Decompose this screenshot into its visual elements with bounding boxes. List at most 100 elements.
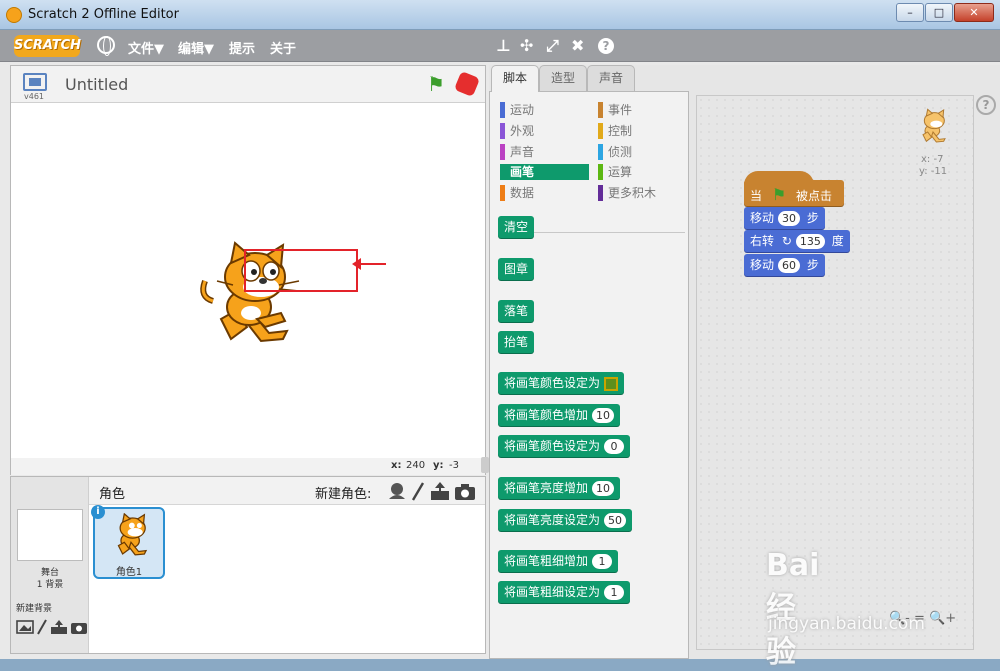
maximize-button[interactable]: □: [925, 3, 953, 22]
upload-backdrop-icon[interactable]: [51, 620, 67, 634]
sprite-pane: 舞台 1 背景 新建背景 角色 新建角色: i 角色1: [10, 476, 486, 654]
new-sprite-label: 新建角色:: [315, 487, 372, 502]
watermark-url: jingyan.baidu.com: [768, 614, 925, 634]
block-pen-down[interactable]: 落笔: [498, 300, 535, 322]
menu-about[interactable]: 关于: [270, 38, 296, 57]
scratch-window: Scratch 2 Offline Editor – □ ✕ SCRATCH 文…: [0, 0, 1000, 670]
sprite-header: 角色 新建角色:: [89, 477, 485, 505]
menu-tips[interactable]: 提示: [229, 38, 255, 57]
sprite-info-icon[interactable]: i: [91, 505, 105, 519]
close-button[interactable]: ✕: [954, 3, 994, 22]
annotation-highlight-box: [244, 249, 358, 292]
delete-scissors-icon[interactable]: ✣: [520, 36, 533, 55]
steps-input[interactable]: 30: [778, 211, 801, 226]
block-set-pen-color-to-color[interactable]: 将画笔颜色设定为: [498, 372, 625, 394]
number-input[interactable]: 10: [592, 408, 615, 423]
stage-header: v461 Untitled ⚑: [11, 66, 485, 103]
help-icon[interactable]: ?: [976, 95, 996, 115]
project-title[interactable]: Untitled: [65, 75, 128, 94]
block-set-pen-size[interactable]: 将画笔粗细设定为 1: [498, 581, 631, 603]
move-steps-block-1[interactable]: 移动 30 步: [744, 207, 825, 229]
grow-icon[interactable]: ⤢: [546, 36, 559, 56]
stage-collapse-handle[interactable]: [481, 457, 489, 473]
block-help-icon[interactable]: ?: [598, 38, 614, 54]
mouse-y-value: -3: [449, 460, 459, 471]
upload-sprite-icon[interactable]: [431, 482, 449, 500]
fullscreen-icon[interactable]: [23, 73, 47, 91]
paint-backdrop-icon[interactable]: [37, 619, 47, 635]
sprite-thumbnail[interactable]: i 角色1: [91, 505, 165, 579]
category-looks[interactable]: 外观: [500, 123, 590, 139]
steps-input[interactable]: 60: [778, 258, 801, 273]
menu-edit[interactable]: 编辑▼: [178, 38, 214, 57]
shrink-icon[interactable]: ✖: [571, 36, 584, 55]
category-color: [598, 102, 603, 118]
degrees-input[interactable]: 135: [795, 234, 825, 249]
category-color: [598, 164, 603, 180]
category-color: [500, 144, 505, 160]
color-swatch[interactable]: [604, 376, 619, 391]
category-color: [598, 185, 603, 201]
turn-right-icon: ↻: [781, 234, 792, 248]
block-set-pen-shade[interactable]: 将画笔亮度设定为 50: [498, 509, 633, 531]
turn-right-block[interactable]: 右转 ↻ 135 度: [744, 230, 850, 252]
tab-scripts[interactable]: 脚本: [491, 65, 539, 92]
category-control[interactable]: 控制: [598, 123, 688, 139]
category-operators[interactable]: 运算: [598, 164, 688, 180]
number-input[interactable]: 1: [592, 554, 613, 569]
category-more-blocks[interactable]: 更多积木: [598, 185, 688, 201]
when-flag-clicked-block[interactable]: 当 ⚑ 被点击: [744, 171, 844, 206]
block-change-pen-shade[interactable]: 将画笔亮度增加 10: [498, 477, 621, 499]
category-color: [598, 144, 603, 160]
block-change-pen-size[interactable]: 将画笔粗细增加 1: [498, 550, 619, 572]
block-pen-up[interactable]: 抬笔: [498, 331, 535, 353]
scratch-logo[interactable]: SCRATCH: [14, 35, 81, 57]
category-sound[interactable]: 声音: [500, 144, 590, 160]
sprite-cat-icon: [117, 513, 148, 556]
green-flag-icon: ⚑: [771, 185, 787, 204]
move-steps-block-2[interactable]: 移动 60 步: [744, 254, 825, 276]
current-sprite-icon: [922, 108, 946, 143]
version-label: v461: [24, 92, 45, 101]
number-input[interactable]: 50: [604, 513, 627, 528]
camera-sprite-icon[interactable]: [455, 484, 475, 500]
watermark-brand: Bai 经验: [766, 548, 820, 670]
category-color: [500, 164, 505, 180]
block-clear[interactable]: 清空: [498, 216, 535, 238]
green-flag-icon[interactable]: ⚑: [427, 73, 449, 95]
editor-area: 脚本 造型 声音 运动 事件 外观 控制 声音 侦测 画笔 运算 数据 更多积木…: [244, 65, 1000, 659]
block-palette: 运动 事件 外观 控制 声音 侦测 画笔 运算 数据 更多积木 清空 图章 落笔…: [489, 91, 689, 659]
scripts-area[interactable]: x: -7 y: -11: [696, 95, 974, 650]
number-input[interactable]: 0: [604, 439, 625, 454]
camera-backdrop-icon[interactable]: [71, 623, 87, 634]
block-change-pen-color[interactable]: 将画笔颜色增加 10: [498, 404, 621, 426]
sprite-library-icon[interactable]: [389, 483, 405, 499]
number-input[interactable]: 10: [592, 481, 615, 496]
stage-thumbnail[interactable]: [17, 509, 83, 561]
category-pen[interactable]: 画笔: [500, 164, 589, 180]
stop-icon[interactable]: [453, 70, 481, 98]
language-globe-icon[interactable]: [97, 36, 115, 56]
category-sensing[interactable]: 侦测: [598, 144, 688, 160]
category-data[interactable]: 数据: [500, 185, 590, 201]
mouse-x-label: x:: [391, 460, 402, 471]
menu-file[interactable]: 文件▼: [128, 38, 164, 57]
stage-backdrop-count: 1 背景: [36, 580, 64, 590]
new-backdrop-tools: [16, 619, 87, 635]
category-color: [500, 185, 505, 201]
block-stamp[interactable]: 图章: [498, 258, 535, 280]
paint-sprite-icon[interactable]: [411, 482, 425, 501]
block-set-pen-color-to-number[interactable]: 将画笔颜色设定为 0: [498, 435, 631, 457]
category-motion[interactable]: 运动: [500, 102, 590, 118]
menu-bar: SCRATCH 文件▼ 编辑▼ 提示 关于 ⊥ ✣ ⤢ ✖ ?: [0, 30, 1000, 62]
tab-sounds[interactable]: 声音: [587, 65, 635, 91]
backdrop-library-icon[interactable]: [16, 620, 34, 634]
minimize-button[interactable]: –: [896, 3, 924, 22]
sprite-x-readout: x: -7: [921, 154, 944, 165]
category-events[interactable]: 事件: [598, 102, 688, 118]
duplicate-stamp-icon[interactable]: ⊥: [496, 36, 511, 55]
sprites-title: 角色: [99, 487, 126, 502]
tab-costumes[interactable]: 造型: [539, 65, 587, 91]
number-input[interactable]: 1: [604, 585, 625, 600]
window-title: Scratch 2 Offline Editor: [28, 7, 179, 22]
